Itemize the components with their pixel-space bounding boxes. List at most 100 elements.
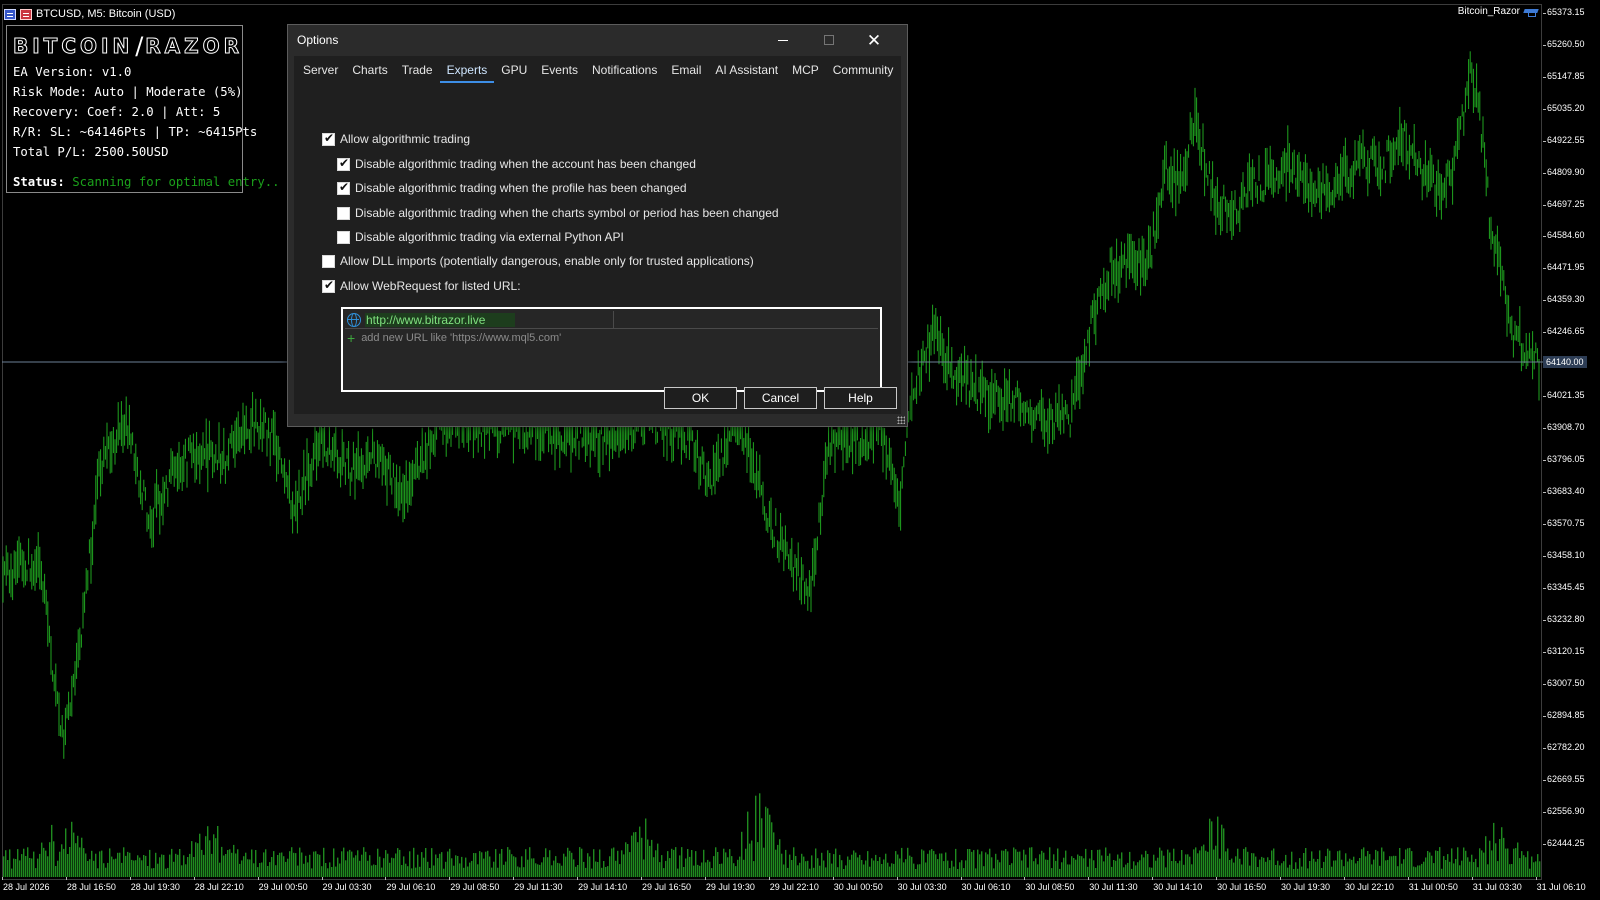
time-label: 30 Jul 11:30 [1089,882,1138,892]
time-label: 29 Jul 06:10 [386,882,436,892]
price-label: 62444.25 [1547,838,1585,848]
price-tick [1543,812,1546,813]
allow-webrequest-checkbox[interactable]: Allow WebRequest for listed URL: [322,278,521,293]
price-tick [1543,684,1546,685]
time-tick [1024,877,1026,880]
logo-left-text: BITCOIN [12,34,134,58]
chart-title: BTCUSD, M5: Bitcoin (USD) [36,8,176,20]
disable-on-symbol-change-checkbox[interactable]: Disable algorithmic trading when the cha… [337,206,779,220]
checkbox-label: Disable algorithmic trading when the acc… [355,157,696,171]
time-tick [1088,877,1090,880]
ea-risk-mode: Risk Mode: Auto | Moderate (5%) [13,85,243,99]
ok-button[interactable]: OK [664,387,737,409]
logo-slash: / [135,32,144,60]
url-value[interactable]: http://www.bitrazor.live [365,312,516,327]
checkbox-box[interactable] [337,156,350,171]
tab-mcp[interactable]: MCP [785,59,826,83]
tab-events[interactable]: Events [534,59,585,83]
tab-server[interactable]: Server [296,59,345,83]
time-label: 30 Jul 06:10 [961,882,1011,892]
close-button[interactable]: ✕ [852,25,896,55]
time-tick [129,877,131,880]
time-label: 28 Jul 2026 [3,882,50,892]
allow-dll-imports-checkbox[interactable]: Allow DLL imports (potentially dangerous… [322,254,754,268]
price-label: 64359.30 [1547,294,1585,304]
time-label: 28 Jul 16:50 [66,882,116,892]
tab-ai-assistant[interactable]: AI Assistant [708,59,785,83]
price-tick [1543,716,1546,717]
price-tick [1543,460,1546,461]
url-list[interactable]: http://www.bitrazor.live + add new URL l… [341,307,882,392]
disable-on-account-change-checkbox[interactable]: Disable algorithmic trading when the acc… [337,156,696,171]
time-label: 29 Jul 19:30 [705,882,755,892]
price-label: 62782.20 [1547,742,1585,752]
time-label: 30 Jul 22:10 [1344,882,1394,892]
checkbox-box[interactable] [337,180,350,195]
price-label: 65260.50 [1547,39,1585,49]
logo-right-text: RAZOR [145,34,244,58]
ea-risk-reward: R/R: SL: ~64146Pts | TP: ~6415Pts [13,125,258,139]
checkbox-box[interactable] [322,278,335,293]
time-label: 31 Jul 06:10 [1536,882,1586,892]
time-tick [641,877,642,880]
price-label: 64584.60 [1547,230,1585,240]
price-label: 64922.55 [1547,135,1585,145]
price-tick [1543,748,1546,749]
time-tick [1407,877,1409,880]
price-tick [1543,396,1546,397]
price-tick [1543,13,1546,14]
time-tick [513,877,515,880]
time-tick [65,877,67,880]
checkbox-box[interactable] [337,230,350,244]
price-tick [1543,141,1546,142]
price-tick [1543,45,1546,46]
tab-email[interactable]: Email [664,59,708,83]
disable-python-api-checkbox[interactable]: Disable algorithmic trading via external… [337,230,624,244]
url-list-item[interactable]: http://www.bitrazor.live [345,311,878,329]
tab-experts[interactable]: Experts [439,59,495,83]
allow-algo-trading-checkbox[interactable]: Allow algorithmic trading [322,131,471,146]
add-url-row[interactable]: + add new URL like 'https://www.mql5.com… [347,331,561,345]
maximize-button[interactable] [807,25,851,55]
price-tick [1543,205,1546,206]
price-axis[interactable]: 65373.15 65260.50 65147.85 65035.20 64922.55… [1543,0,1600,880]
cancel-button[interactable]: Cancel [744,387,817,409]
time-tick [1280,877,1281,880]
help-button[interactable]: Help [824,387,897,409]
checkbox-label: Disable algorithmic trading via external… [355,230,624,244]
time-axis[interactable]: 28 Jul 2026 28 Jul 16:50 28 Jul 19:30 28 Ju… [0,877,1600,900]
chart-menu-icon[interactable] [4,8,16,20]
tab-notifications[interactable]: Notifications [585,59,664,83]
time-tick [1216,877,1218,880]
checkbox-box[interactable] [322,254,335,268]
dialog-title: Options [297,33,339,47]
ea-info-panel: BITCOIN / RAZOR EA Version: v1.0 Risk Mode… [6,25,280,193]
price-tick [1543,109,1546,110]
minimize-button[interactable] [761,25,805,55]
tab-gpu[interactable]: GPU [494,59,534,83]
price-label: 63570.75 [1547,518,1585,528]
time-label: 28 Jul 22:10 [194,882,244,892]
price-tick [1543,236,1546,237]
options-dialog[interactable]: Options ✕ Server Charts Trade Experts GP… [287,24,908,427]
tab-community[interactable]: Community [826,59,901,83]
ea-tag[interactable]: Bitcoin_Razor [1458,6,1538,17]
chart-window-icon[interactable] [20,8,32,20]
disable-on-profile-change-checkbox[interactable]: Disable algorithmic trading when the pro… [337,180,687,195]
tab-trade[interactable]: Trade [395,59,440,83]
resize-grip-icon[interactable] [897,416,905,424]
checkbox-label: Disable algorithmic trading when the pro… [355,181,687,195]
plus-icon: + [347,330,356,346]
column-divider [613,311,614,329]
checkbox-label: Allow algorithmic trading [340,132,471,146]
price-label: 63796.05 [1547,454,1585,464]
checkbox-box[interactable] [322,131,335,146]
chart-title-bar: BTCUSD, M5: Bitcoin (USD) [4,5,175,23]
time-tick [577,877,579,880]
time-tick [1343,877,1345,880]
price-label: 63345.45 [1547,582,1585,592]
time-label: 29 Jul 22:10 [769,882,819,892]
checkbox-label: Allow WebRequest for listed URL: [340,279,521,293]
checkbox-box[interactable] [337,206,350,220]
tab-charts[interactable]: Charts [345,59,394,83]
